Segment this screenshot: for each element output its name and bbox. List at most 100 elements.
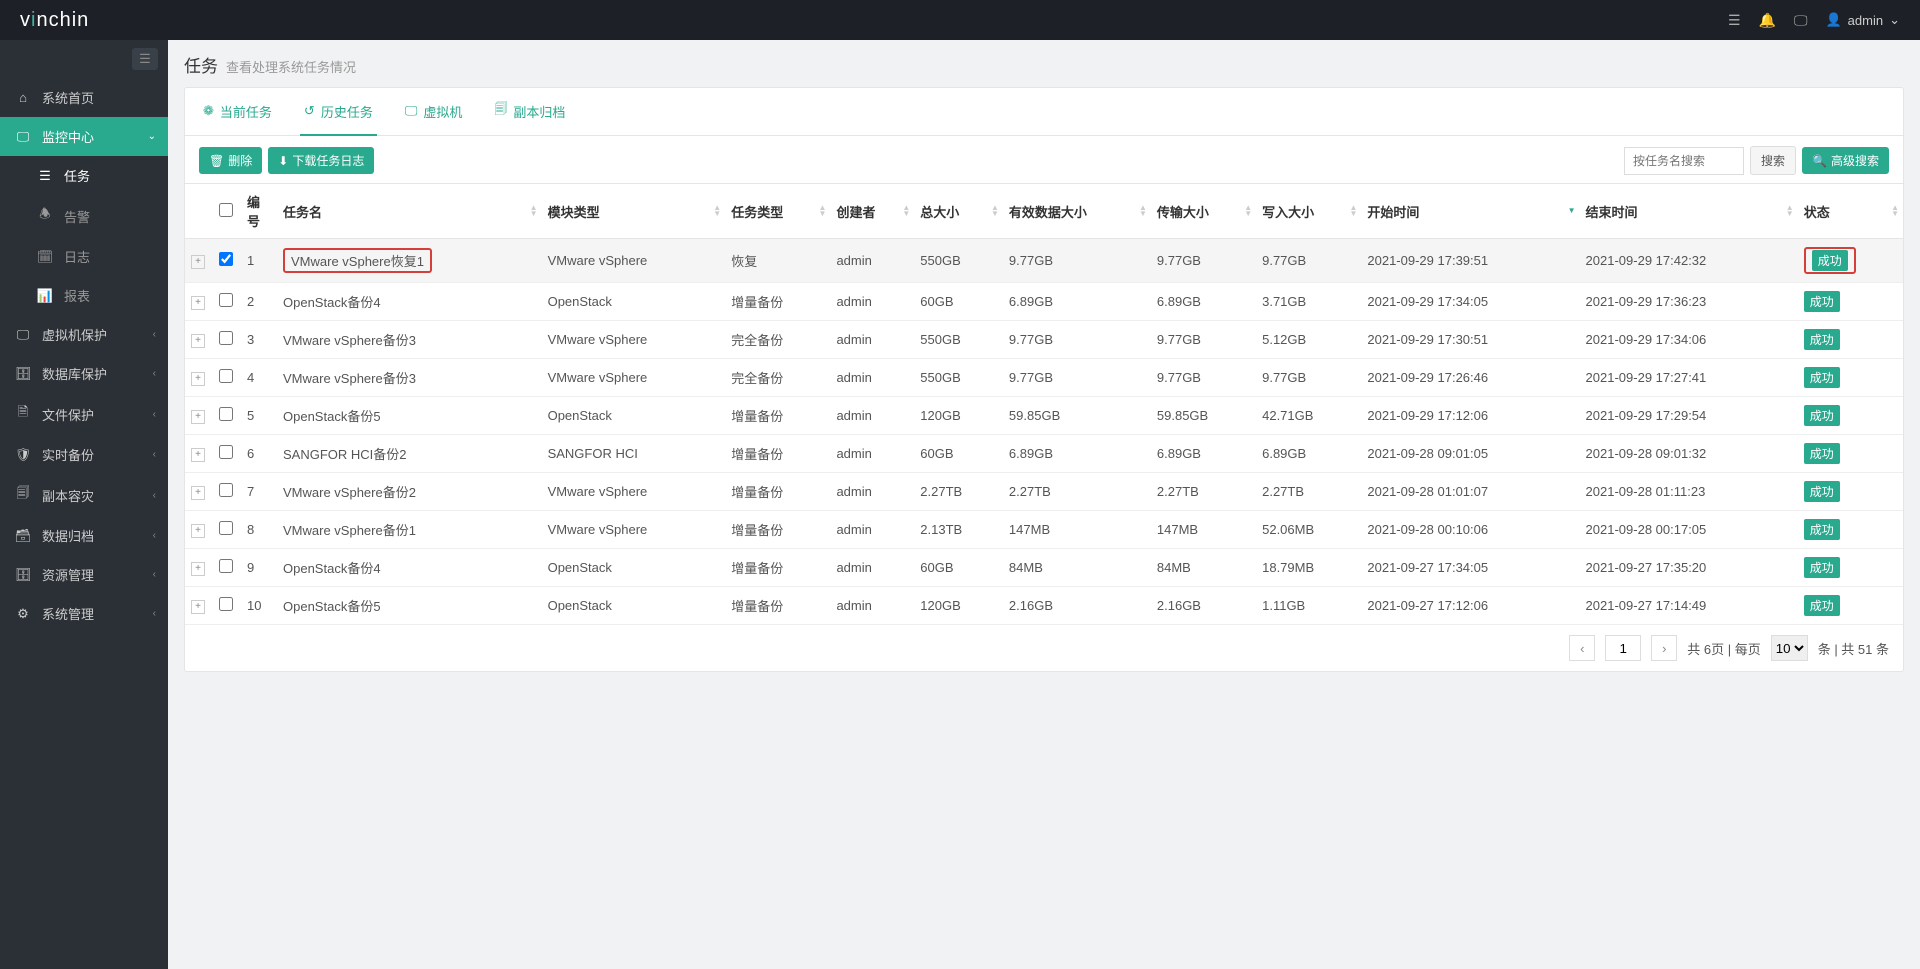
table-row[interactable]: +4VMware vSphere备份3VMware vSphere完全备份adm… [185, 359, 1903, 397]
cell-written: 2.27TB [1256, 473, 1361, 511]
submenu-item-0[interactable]: ☰任务 [0, 156, 168, 195]
col-start[interactable]: 开始时间▼ [1361, 184, 1579, 239]
tab-2[interactable]: 🖵虚拟机 [401, 88, 467, 136]
row-checkbox[interactable] [219, 252, 233, 266]
cell-creator: admin [830, 549, 914, 587]
row-checkbox[interactable] [219, 331, 233, 345]
expand-row-button[interactable]: + [191, 334, 205, 348]
expand-row-button[interactable]: + [191, 448, 205, 462]
cell-module: SANGFOR HCI [542, 435, 726, 473]
table-row[interactable]: +6SANGFOR HCI备份2SANGFOR HCI增量备份admin60GB… [185, 435, 1903, 473]
sidebar-item-8[interactable]: 🗄资源管理‹ [0, 555, 168, 594]
sidebar-item-2[interactable]: 🖵虚拟机保护‹ [0, 315, 168, 354]
cell-transfer: 147MB [1151, 511, 1256, 549]
submenu-item-1[interactable]: 🕭告警 [0, 195, 168, 237]
expand-row-button[interactable]: + [191, 296, 205, 310]
row-checkbox[interactable] [219, 597, 233, 611]
next-page-button[interactable]: › [1651, 635, 1677, 661]
cell-module: VMware vSphere [542, 511, 726, 549]
cell-creator: admin [830, 321, 914, 359]
sidebar-item-3[interactable]: 🗄数据库保护‹ [0, 354, 168, 393]
row-checkbox[interactable] [219, 369, 233, 383]
table-row[interactable]: +2OpenStack备份4OpenStack增量备份admin60GB6.89… [185, 283, 1903, 321]
col-num[interactable]: 编号 [241, 184, 277, 239]
cell-valid: 2.27TB [1003, 473, 1151, 511]
cell-start: 2021-09-29 17:34:05 [1361, 283, 1579, 321]
table-row[interactable]: +10OpenStack备份5OpenStack增量备份admin120GB2.… [185, 587, 1903, 625]
col-valid[interactable]: 有效数据大小▲▼ [1003, 184, 1151, 239]
table-row[interactable]: +8VMware vSphere备份1VMware vSphere增量备份adm… [185, 511, 1903, 549]
status-badge: 成功 [1804, 443, 1840, 464]
row-checkbox[interactable] [219, 407, 233, 421]
cell-creator: admin [830, 435, 914, 473]
sidebar-item-4[interactable]: 🗎文件保护‹ [0, 393, 168, 435]
sidebar-item-7[interactable]: 🗃数据归档‹ [0, 516, 168, 555]
bell-icon[interactable]: 🔔 [1759, 12, 1776, 29]
search-button[interactable]: 搜索 [1750, 146, 1796, 175]
cell-status: 成功 [1798, 397, 1903, 435]
cell-end: 2021-09-29 17:36:23 [1580, 283, 1798, 321]
cell-module: OpenStack [542, 549, 726, 587]
sidebar-toggle[interactable]: ☰ [132, 48, 158, 70]
user-menu[interactable]: 👤 admin ⌄ [1825, 12, 1900, 28]
table-row[interactable]: +1VMware vSphere恢复1VMware vSphere恢复admin… [185, 239, 1903, 283]
download-log-button[interactable]: ⬇下载任务日志 [268, 147, 374, 174]
sidebar-item-6[interactable]: 🗐副本容灾‹ [0, 474, 168, 516]
col-creator[interactable]: 创建者▲▼ [830, 184, 914, 239]
col-module[interactable]: 模块类型▲▼ [542, 184, 726, 239]
page-size-select[interactable]: 10 [1771, 635, 1808, 661]
col-end[interactable]: 结束时间▲▼ [1580, 184, 1798, 239]
check-all[interactable] [219, 203, 233, 217]
table-row[interactable]: +3VMware vSphere备份3VMware vSphere完全备份adm… [185, 321, 1903, 359]
row-checkbox[interactable] [219, 521, 233, 535]
expand-row-button[interactable]: + [191, 562, 205, 576]
sidebar-item-9[interactable]: ⚙系统管理‹ [0, 594, 168, 633]
delete-button[interactable]: 🗑删除 [199, 147, 262, 174]
tab-icon: ❁ [203, 103, 214, 119]
col-written[interactable]: 写入大小▲▼ [1256, 184, 1361, 239]
expand-row-button[interactable]: + [191, 372, 205, 386]
col-status[interactable]: 状态▲▼ [1798, 184, 1903, 239]
expand-row-button[interactable]: + [191, 524, 205, 538]
pagination: ‹ › 共 6页 | 每页 10 条 | 共 51 条 [185, 625, 1903, 671]
tab-1[interactable]: ↺历史任务 [300, 88, 377, 136]
list-icon[interactable]: ☰ [1728, 12, 1741, 29]
sort-icon: ▲▼ [1786, 205, 1794, 217]
col-type[interactable]: 任务类型▲▼ [725, 184, 830, 239]
expand-row-button[interactable]: + [191, 410, 205, 424]
menu-icon: ⌂ [14, 90, 32, 105]
cell-num: 2 [241, 283, 277, 321]
row-checkbox[interactable] [219, 483, 233, 497]
col-name[interactable]: 任务名▲▼ [277, 184, 542, 239]
sidebar-item-1[interactable]: 🖵监控中心⌄ [0, 117, 168, 156]
expand-row-button[interactable]: + [191, 600, 205, 614]
tab-0[interactable]: ❁当前任务 [199, 88, 276, 136]
col-transfer[interactable]: 传输大小▲▼ [1151, 184, 1256, 239]
row-checkbox[interactable] [219, 559, 233, 573]
page-input[interactable] [1605, 635, 1641, 661]
tab-3[interactable]: 🗐副本归档 [490, 88, 569, 136]
table-row[interactable]: +9OpenStack备份4OpenStack增量备份admin60GB84MB… [185, 549, 1903, 587]
chevron-icon: ‹ [153, 409, 156, 420]
cell-written: 1.11GB [1256, 587, 1361, 625]
submenu-icon: 🗓 [36, 249, 54, 265]
submenu-item-2[interactable]: 🗓日志 [0, 237, 168, 276]
sidebar-item-0[interactable]: ⌂系统首页 [0, 78, 168, 117]
expand-row-button[interactable]: + [191, 255, 205, 269]
submenu-item-3[interactable]: 📊报表 [0, 276, 168, 315]
search-input[interactable] [1624, 147, 1744, 175]
cell-total: 550GB [914, 239, 1003, 283]
row-checkbox[interactable] [219, 293, 233, 307]
row-checkbox[interactable] [219, 445, 233, 459]
expand-row-button[interactable]: + [191, 486, 205, 500]
cell-start: 2021-09-29 17:30:51 [1361, 321, 1579, 359]
cell-module: OpenStack [542, 397, 726, 435]
table-row[interactable]: +5OpenStack备份5OpenStack增量备份admin120GB59.… [185, 397, 1903, 435]
col-checkall [211, 184, 241, 239]
col-total[interactable]: 总大小▲▼ [914, 184, 1003, 239]
monitor-icon[interactable]: 🖵 [1794, 12, 1808, 29]
table-row[interactable]: +7VMware vSphere备份2VMware vSphere增量备份adm… [185, 473, 1903, 511]
advanced-search-button[interactable]: 🔍高级搜索 [1802, 147, 1889, 174]
sidebar-item-5[interactable]: 🛡实时备份‹ [0, 435, 168, 474]
prev-page-button[interactable]: ‹ [1569, 635, 1595, 661]
